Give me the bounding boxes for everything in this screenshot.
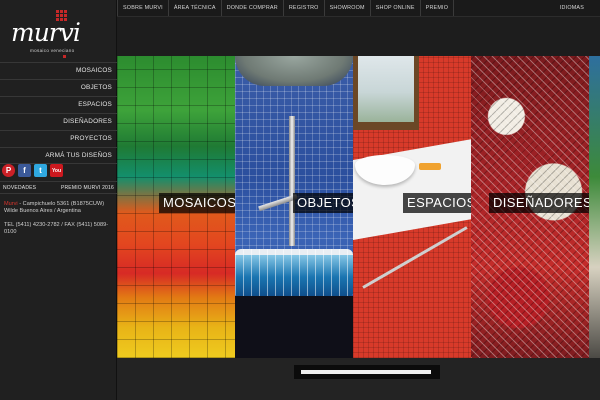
tile-label: ESPACIOS (403, 193, 471, 213)
logo-dot-icon (63, 55, 66, 58)
facebook-icon[interactable]: f (18, 164, 31, 177)
nav-registro[interactable]: REGISTRO (284, 0, 325, 16)
faucet-image (289, 116, 295, 246)
nav-sobre-murvi[interactable]: SOBRE MURVI (117, 0, 169, 16)
sidebar-item-objetos[interactable]: OBJETOS (0, 79, 117, 96)
logo-tagline: mosaico veneciano (30, 48, 75, 53)
tile-label: OBJETOS (293, 193, 353, 213)
window-frame-image (353, 56, 419, 130)
tile-objetos[interactable]: OBJETOS (235, 56, 353, 358)
nav-shop-online[interactable]: SHOP ONLINE (371, 0, 421, 16)
twitter-icon[interactable]: t (34, 164, 47, 177)
phone-fax: TEL (5411) 4230-2782 / FAX (5411) 5089-0… (4, 222, 109, 235)
side-navigation: MOSAICOS OBJETOS ESPACIOS DISEÑADORES PR… (0, 62, 117, 164)
mosaic-basin-image (235, 249, 353, 296)
window-glass-image (358, 56, 414, 122)
top-bar: SOBRE MURVI ÁREA TÉCNICA DONDE COMPRAR R… (117, 0, 600, 17)
youtube-icon[interactable]: You (50, 164, 63, 177)
sidebar-item-proyectos[interactable]: PROYECTOS (0, 130, 117, 147)
murvi-logo[interactable]: murvi mosaico veneciano (8, 10, 108, 58)
tile-mosaicos[interactable]: MOSAICOS (117, 56, 235, 358)
sidebar: murvi mosaico veneciano MOSAICOS OBJETOS… (0, 0, 117, 400)
basin-shadow (235, 296, 353, 358)
news-row: NOVEDADES PREMIO MURVI 2016 (0, 181, 117, 194)
nav-showroom[interactable]: SHOWROOM (325, 0, 371, 16)
social-links: P f t You (2, 164, 63, 177)
news-link[interactable]: NOVEDADES (3, 185, 36, 191)
counter-image (353, 139, 471, 240)
sidebar-item-disenadores[interactable]: DISEÑADORES (0, 113, 117, 130)
sidebar-item-mosaicos[interactable]: MOSAICOS (0, 62, 117, 79)
tile-espacios[interactable]: ESPACIOS (353, 56, 471, 358)
mirror-image (235, 56, 353, 86)
nav-premio[interactable]: PREMIO (421, 0, 455, 16)
address-brand: Murvi (4, 201, 18, 207)
nav-donde-comprar[interactable]: DONDE COMPRAR (222, 0, 284, 16)
category-tiles: MOSAICOS OBJETOS ESPACIOS DISEÑADORES (117, 56, 600, 358)
header-band (117, 17, 600, 56)
tile-label: MOSAICOS (159, 193, 235, 213)
language-selector[interactable]: IDIOMAS (560, 0, 584, 17)
contact-address: Murvi - Campichuelo 5361 (B1875CUW) Wild… (4, 201, 114, 236)
sidebar-item-arma-tus-disenos[interactable]: ARMÁ TUS DISEÑOS (0, 147, 117, 164)
carousel-scrollbar[interactable] (294, 365, 440, 379)
pinterest-icon[interactable]: P (2, 164, 15, 177)
soap-image (419, 163, 441, 170)
scrollbar-thumb[interactable] (301, 370, 431, 374)
page: murvi mosaico veneciano MOSAICOS OBJETOS… (0, 0, 600, 400)
sidebar-item-espacios[interactable]: ESPACIOS (0, 96, 117, 113)
tile-next-peek[interactable] (589, 56, 600, 358)
address-line: - Campichuelo 5361 (B1875CUW) Wilde Buen… (4, 201, 105, 214)
logo-wordmark: murvi (11, 18, 81, 47)
tile-disenadores[interactable]: DISEÑADORES (471, 56, 589, 358)
tile-label: DISEÑADORES (489, 193, 589, 213)
nav-area-tecnica[interactable]: ÁREA TÉCNICA (169, 0, 222, 16)
top-navigation: SOBRE MURVI ÁREA TÉCNICA DONDE COMPRAR R… (117, 0, 455, 16)
award-link[interactable]: PREMIO MURVI 2016 (61, 185, 114, 191)
